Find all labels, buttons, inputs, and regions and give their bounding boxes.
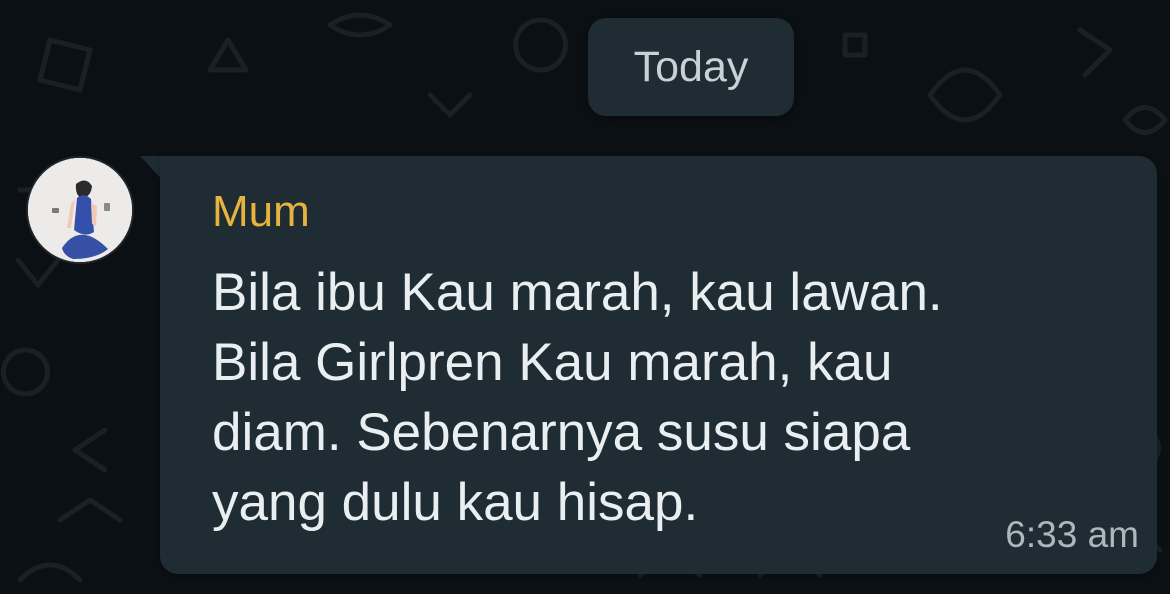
date-separator: Today xyxy=(588,18,794,116)
sender-name: Mum xyxy=(212,187,310,236)
message-timestamp: 6:33 am xyxy=(1005,514,1139,555)
chat-screen: Today Mum Bila ibu Kau marah, kau lawan.… xyxy=(0,0,1170,594)
incoming-message-bubble[interactable]: Mum Bila ibu Kau marah, kau lawan. Bila … xyxy=(160,156,1157,574)
message-text: Bila ibu Kau marah, kau lawan. Bila Girl… xyxy=(212,263,943,532)
avatar[interactable] xyxy=(26,156,134,264)
profile-photo-avatar-icon xyxy=(28,158,132,262)
